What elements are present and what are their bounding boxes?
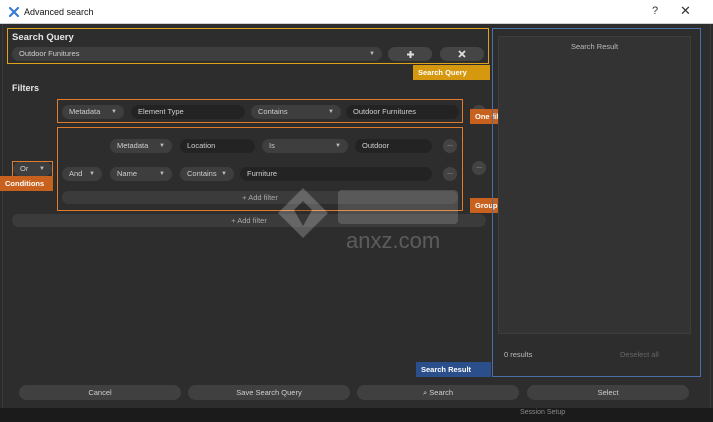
group-row1-operator-value: Is: [269, 141, 275, 150]
window-title: Advanced search: [24, 7, 94, 17]
session-setup-label: Session Setup: [520, 409, 566, 416]
x-icon: [458, 50, 466, 58]
chevron-down-icon: ▼: [89, 171, 95, 177]
group-row1-value-text: Outdoor: [362, 141, 390, 150]
filter-element-input[interactable]: Element Type: [131, 105, 245, 119]
plus-icon: [406, 50, 414, 58]
group-row1-element-value: Location: [187, 141, 216, 150]
chevron-down-icon: ▼: [328, 109, 334, 115]
chevron-down-icon: ▼: [159, 143, 165, 149]
group-row1-field-value: Metadata: [117, 141, 149, 150]
search-button-label: Search: [429, 388, 454, 397]
help-button[interactable]: ?: [652, 5, 658, 17]
watermark-logo: anxz.com: [278, 188, 458, 253]
group-row2-condition-value: And: [69, 169, 83, 178]
group-condition-select[interactable]: Or ▼: [13, 162, 52, 176]
group-row2-operator-value: Contains: [187, 169, 217, 178]
group-row1-field-select[interactable]: Metadata ▼: [110, 139, 172, 153]
filter-element-value: Element Type: [138, 107, 184, 116]
result-count: 0 results: [504, 350, 533, 359]
group-row2-field-select[interactable]: Name ▼: [110, 167, 172, 181]
group-more-button[interactable]: ...: [472, 161, 486, 175]
group-row1-operator-select[interactable]: Is ▼: [262, 139, 348, 153]
search-result-panel: Search Result: [498, 36, 691, 334]
search-result-header: Search Result: [570, 42, 619, 51]
group-row1-value-input[interactable]: Outdoor: [355, 139, 432, 153]
title-bar: Advanced search ? ✕: [0, 0, 713, 24]
deselect-all-button[interactable]: Deselect all: [620, 350, 659, 359]
save-search-query-button[interactable]: Save Search Query: [188, 385, 350, 400]
plus-icon: +: [231, 216, 236, 225]
filter-value-text: Outdoor Furnitures: [353, 107, 416, 116]
add-query-button[interactable]: [388, 47, 432, 61]
group-condition-value: Or: [20, 164, 29, 173]
close-button[interactable]: ✕: [680, 3, 691, 19]
filter-field-select[interactable]: Metadata ▼: [62, 105, 124, 119]
group-row1-more-button[interactable]: ...: [443, 139, 457, 153]
chevron-down-icon: ▼: [159, 171, 165, 177]
background-strip: [0, 408, 713, 422]
add-filter-label: Add filter: [237, 216, 267, 225]
filter-value-input[interactable]: Outdoor Furnitures: [346, 105, 459, 119]
search-query-heading: Search Query: [12, 32, 74, 43]
cancel-button[interactable]: Cancel: [19, 385, 181, 400]
conditions-callout: Conditions: [0, 176, 53, 191]
group-row2-operator-select[interactable]: Contains ▼: [180, 167, 234, 181]
group-row2-condition-select[interactable]: And ▼: [62, 167, 102, 181]
chevron-down-icon: ▼: [335, 143, 341, 149]
chevron-down-icon: ▼: [39, 166, 45, 172]
watermark-text: anxz.com: [346, 228, 440, 253]
chevron-down-icon: ▼: [369, 51, 375, 57]
search-icon: ⌕: [422, 388, 428, 397]
search-query-callout: Search Query: [413, 65, 490, 80]
search-query-select[interactable]: Outdoor Funitures ▼: [12, 47, 382, 61]
app-icon: [8, 6, 20, 18]
filters-heading: Filters: [12, 83, 40, 93]
filter-operator-value: Contains: [258, 107, 288, 116]
group-row2-field-value: Name: [117, 169, 138, 178]
filter-operator-select[interactable]: Contains ▼: [251, 105, 341, 119]
group-row1-element-input[interactable]: Location: [180, 139, 255, 153]
chevron-down-icon: ▼: [221, 171, 227, 177]
chevron-down-icon: ▼: [111, 109, 117, 115]
search-result-callout: Search Result: [416, 362, 491, 377]
plus-icon: +: [242, 193, 247, 202]
filter-field-value: Metadata: [69, 107, 101, 116]
select-button[interactable]: Select: [527, 385, 689, 400]
delete-query-button[interactable]: [440, 47, 484, 61]
search-button[interactable]: ⌕ Search: [357, 385, 519, 400]
search-query-value: Outdoor Funitures: [19, 49, 80, 58]
